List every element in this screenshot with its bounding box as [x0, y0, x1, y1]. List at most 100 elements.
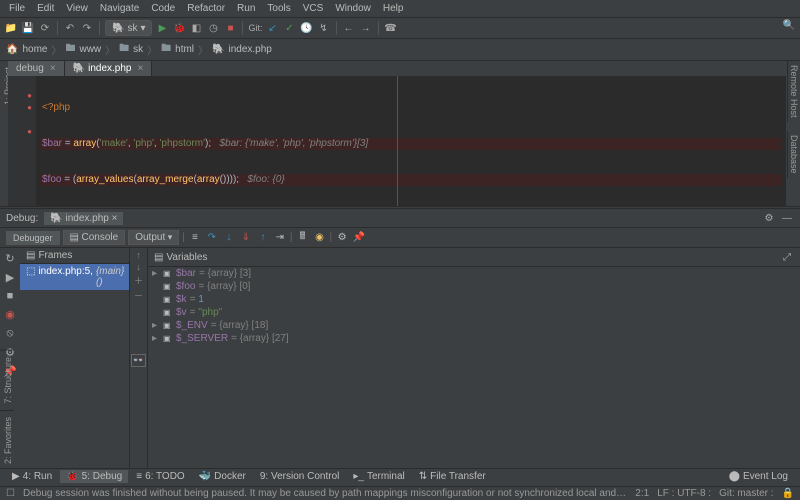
breakpoint-icon[interactable]: ● — [12, 126, 32, 138]
menu-window[interactable]: Window — [330, 2, 376, 15]
redo-icon[interactable]: ↷ — [80, 21, 94, 35]
tab-output[interactable]: Output ▾ — [128, 230, 179, 245]
tab-terminal[interactable]: ▸_Terminal — [347, 470, 410, 483]
tab-index-php[interactable]: 🐘index.php× — [65, 61, 153, 76]
crumb-html[interactable]: html — [175, 44, 194, 55]
var-row[interactable]: ▣$k = 1 — [148, 293, 800, 306]
close-icon[interactable]: × — [112, 213, 118, 224]
tab-debugger[interactable]: Debugger — [6, 231, 60, 245]
tab-debug[interactable]: debug× — [8, 61, 65, 76]
var-row[interactable]: ▸▣$bar = {array} [3] — [148, 267, 800, 280]
step-icon[interactable]: ≡ — [188, 231, 202, 245]
back-icon[interactable]: ← — [342, 21, 356, 35]
vcs-commit-icon[interactable]: ✓ — [283, 21, 297, 35]
step-out-icon[interactable]: ↑ — [256, 231, 270, 245]
expand-arrow-icon[interactable]: ▸ — [152, 333, 160, 344]
forward-icon[interactable]: → — [359, 21, 373, 35]
expand-icon[interactable]: ⤢ — [780, 250, 794, 264]
menu-navigate[interactable]: Navigate — [95, 2, 144, 15]
search-icon[interactable]: 🔍 — [782, 18, 796, 32]
crumb-file[interactable]: index.php — [229, 44, 272, 55]
run-icon: ▶ — [12, 471, 20, 482]
evaluate-icon[interactable]: 🖩 — [295, 231, 309, 245]
undo-icon[interactable]: ↶ — [63, 21, 77, 35]
breakpoint-icon[interactable]: ● — [12, 102, 32, 114]
coverage-icon[interactable]: ◧ — [189, 21, 203, 35]
gear-icon[interactable]: ⚙ — [762, 211, 776, 225]
tab-vcs[interactable]: 9: Version Control — [254, 470, 346, 483]
frame-row[interactable]: ⬚ index.php:5, {main}() — [20, 264, 129, 290]
code-editor[interactable]: ● ● ● <?php $bar = array('make', 'php', … — [8, 76, 786, 206]
tab-docker[interactable]: 🐳Docker — [193, 470, 252, 483]
run-icon[interactable]: ▶ — [155, 21, 169, 35]
menu-edit[interactable]: Edit — [32, 2, 59, 15]
menu-file[interactable]: File — [4, 2, 30, 15]
settings-icon[interactable]: ⚙ — [335, 231, 349, 245]
array-icon: ▣ — [163, 334, 173, 343]
var-row[interactable]: ▣$foo = {array} [0] — [148, 280, 800, 293]
frames-pane: ▤Frames ⬚ index.php:5, {main}() — [20, 248, 130, 468]
listen-debug-icon[interactable]: ☎ — [384, 21, 398, 35]
close-icon[interactable]: × — [50, 63, 56, 74]
crumb-home[interactable]: home — [22, 44, 47, 55]
tab-database[interactable]: Database — [787, 131, 800, 178]
profile-icon[interactable]: ◷ — [206, 21, 220, 35]
vcs-update-icon[interactable]: ↙ — [266, 21, 280, 35]
var-row[interactable]: ▸▣$_SERVER = {array} [27] — [148, 332, 800, 345]
lock-icon[interactable]: 🔒 — [782, 488, 794, 499]
tab-todo[interactable]: ≡6: TODO — [130, 470, 191, 483]
vcs-revert-icon[interactable]: ↯ — [317, 21, 331, 35]
git-branch[interactable]: Git: master : — [719, 488, 773, 499]
vcs-history-icon[interactable]: 🕓 — [300, 21, 314, 35]
string-icon: ▣ — [163, 308, 173, 317]
open-icon[interactable]: 📁 — [4, 21, 18, 35]
run-config-selector[interactable]: 🐘 sk ▾ — [105, 20, 152, 36]
tab-favorites[interactable]: 2: Favorites — [0, 410, 14, 470]
step-into-icon[interactable]: ↓ — [222, 231, 236, 245]
debug-session-tab[interactable]: 🐘 index.php × — [44, 212, 123, 225]
cursor-position[interactable]: 2:1 — [635, 488, 649, 499]
crumb-sk[interactable]: sk — [133, 44, 143, 55]
menu-tools[interactable]: Tools — [262, 2, 295, 15]
menu-help[interactable]: Help — [378, 2, 409, 15]
close-icon[interactable]: × — [137, 63, 143, 74]
menu-refactor[interactable]: Refactor — [182, 2, 230, 15]
encoding[interactable]: LF : UTF-8 : — [657, 488, 711, 499]
tab-debug[interactable]: 🐞5: Debug — [60, 470, 128, 483]
tab-console[interactable]: ▤ Console — [63, 230, 126, 245]
minimize-icon[interactable]: — — [780, 211, 794, 225]
mark-icon[interactable]: ◉ — [312, 231, 326, 245]
event-log[interactable]: ⬤Event Log — [723, 470, 794, 483]
vars-icon: ▤ — [154, 252, 163, 263]
stop-icon[interactable]: ■ — [223, 21, 237, 35]
tab-file-transfer[interactable]: ⇅File Transfer — [413, 470, 492, 483]
int-icon: ▣ — [163, 295, 173, 304]
menu-run[interactable]: Run — [232, 2, 260, 15]
gutter[interactable]: ● ● ● — [8, 76, 36, 206]
up-icon[interactable]: ↑ — [136, 250, 141, 260]
menu-view[interactable]: View — [61, 2, 93, 15]
debug-icon[interactable]: 🐞 — [172, 21, 186, 35]
save-icon[interactable]: 💾 — [21, 21, 35, 35]
expand-arrow-icon[interactable]: ▸ — [152, 268, 160, 279]
step-over-icon[interactable]: ↷ — [205, 231, 219, 245]
tab-run[interactable]: ▶4: Run — [6, 470, 58, 483]
crumb-www[interactable]: www — [79, 44, 101, 55]
remove-icon[interactable]: － — [134, 289, 143, 302]
expand-arrow-icon[interactable]: ▸ — [152, 320, 160, 331]
force-step-into-icon[interactable]: ⇓ — [239, 231, 253, 245]
run-to-cursor-icon[interactable]: ⇥ — [273, 231, 287, 245]
refresh-icon[interactable]: ⟳ — [38, 21, 52, 35]
tab-structure[interactable]: 7: Structure — [0, 350, 14, 410]
watches-icon[interactable]: 👓 — [131, 354, 146, 367]
var-row[interactable]: ▸▣$_ENV = {array} [18] — [148, 319, 800, 332]
menu-code[interactable]: Code — [146, 2, 180, 15]
pin-icon[interactable]: 📌 — [352, 231, 366, 245]
status-icon[interactable]: ☐ — [6, 488, 15, 499]
tab-remote-host[interactable]: Remote Host — [787, 61, 800, 122]
menu-vcs[interactable]: VCS — [298, 2, 329, 15]
down-icon[interactable]: ↓ — [136, 262, 141, 272]
breakpoint-icon[interactable]: ● — [12, 90, 32, 102]
add-icon[interactable]: ＋ — [134, 274, 143, 287]
var-row[interactable]: ▣$v = "php" — [148, 306, 800, 319]
